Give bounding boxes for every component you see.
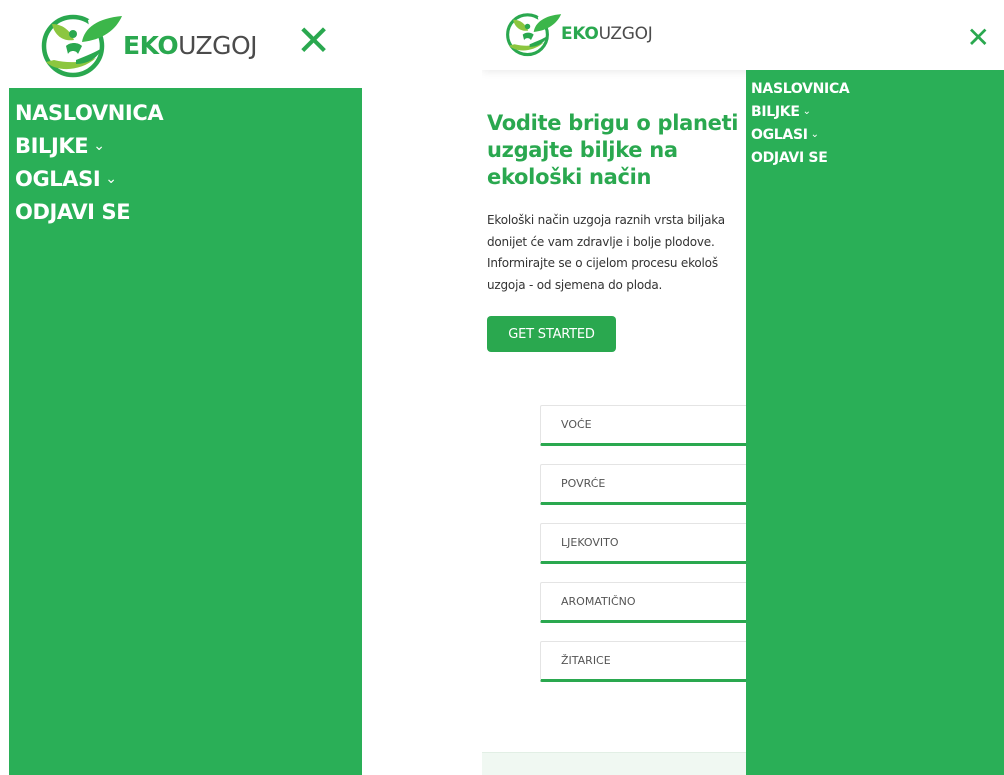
leaf-logo-icon bbox=[41, 12, 124, 78]
close-icon[interactable]: ✕ bbox=[967, 24, 990, 52]
nav-item-oglasi[interactable]: OGLASI ⌄ bbox=[751, 123, 1004, 146]
nav-item-label: ODJAVI SE bbox=[15, 199, 131, 224]
nav-item-odjavi-se[interactable]: ODJAVI SE bbox=[15, 195, 362, 228]
nav-item-biljke[interactable]: BILJKE ⌄ bbox=[15, 129, 362, 162]
nav-item-naslovnica[interactable]: NASLOVNICA bbox=[751, 77, 1004, 100]
left-header: EKOUZGOJ ✕ bbox=[0, 0, 362, 88]
mobile-nav-menu: NASLOVNICA BILJKE ⌄ OGLASI ⌄ ODJAVI SE bbox=[9, 88, 362, 775]
chevron-down-icon: ⌄ bbox=[105, 170, 117, 187]
get-started-button[interactable]: GET STARTED bbox=[487, 316, 616, 352]
brand-wordmark: EKOUZGOJ bbox=[123, 30, 258, 60]
brand-wordmark-eko: EKO bbox=[123, 30, 179, 60]
brand-logo[interactable]: EKOUZGOJ bbox=[502, 10, 653, 58]
chevron-down-icon: ⌄ bbox=[802, 106, 811, 117]
brand-wordmark-eko: EKO bbox=[561, 24, 599, 44]
nav-item-biljke[interactable]: BILJKE ⌄ bbox=[751, 100, 1004, 123]
nav-item-label: OGLASI bbox=[751, 126, 808, 143]
nav-item-label: ODJAVI SE bbox=[751, 149, 828, 166]
hero-title-line: uzgajte biljke na bbox=[487, 138, 678, 162]
brand-wordmark-uzgoj: UZGOJ bbox=[598, 24, 653, 44]
nav-item-label: BILJKE bbox=[15, 133, 89, 158]
hero-text-line: Ekološki način uzgoja raznih vrsta bilja… bbox=[487, 213, 725, 227]
hero-text-line: Informirajte se o cijelom procesu ekološ bbox=[487, 256, 718, 270]
nav-item-label: OGLASI bbox=[15, 166, 101, 191]
nav-item-label: BILJKE bbox=[751, 103, 800, 120]
brand-wordmark-uzgoj: UZGOJ bbox=[178, 30, 258, 60]
hero-title-line: ekološki način bbox=[487, 165, 652, 189]
chevron-down-icon: ⌄ bbox=[93, 137, 105, 154]
hero-text-line: uzgoja - od sjemena do ploda. bbox=[487, 277, 663, 292]
chevron-down-icon: ⌄ bbox=[810, 129, 819, 140]
nav-item-odjavi-se[interactable]: ODJAVI SE bbox=[751, 146, 1004, 169]
brand-logo[interactable]: EKOUZGOJ bbox=[36, 10, 258, 80]
close-icon[interactable]: ✕ bbox=[296, 20, 331, 62]
nav-item-naslovnica[interactable]: NASLOVNICA bbox=[15, 96, 362, 129]
brand-wordmark: EKOUZGOJ bbox=[561, 24, 653, 44]
site-header: EKOUZGOJ ✕ bbox=[482, 0, 1004, 70]
nav-item-label: NASLOVNICA bbox=[751, 80, 850, 97]
nav-item-oglasi[interactable]: OGLASI ⌄ bbox=[15, 162, 362, 195]
hero-title-line: Vodite brigu o planeti bbox=[487, 111, 739, 135]
hero-text-line: donijet će vam zdravlje i bolje plodove. bbox=[487, 234, 715, 249]
nav-item-label: NASLOVNICA bbox=[15, 100, 164, 125]
leaf-logo-icon bbox=[506, 11, 563, 57]
mobile-nav-menu: NASLOVNICA BILJKE ⌄ OGLASI ⌄ ODJAVI SE bbox=[746, 70, 1004, 775]
